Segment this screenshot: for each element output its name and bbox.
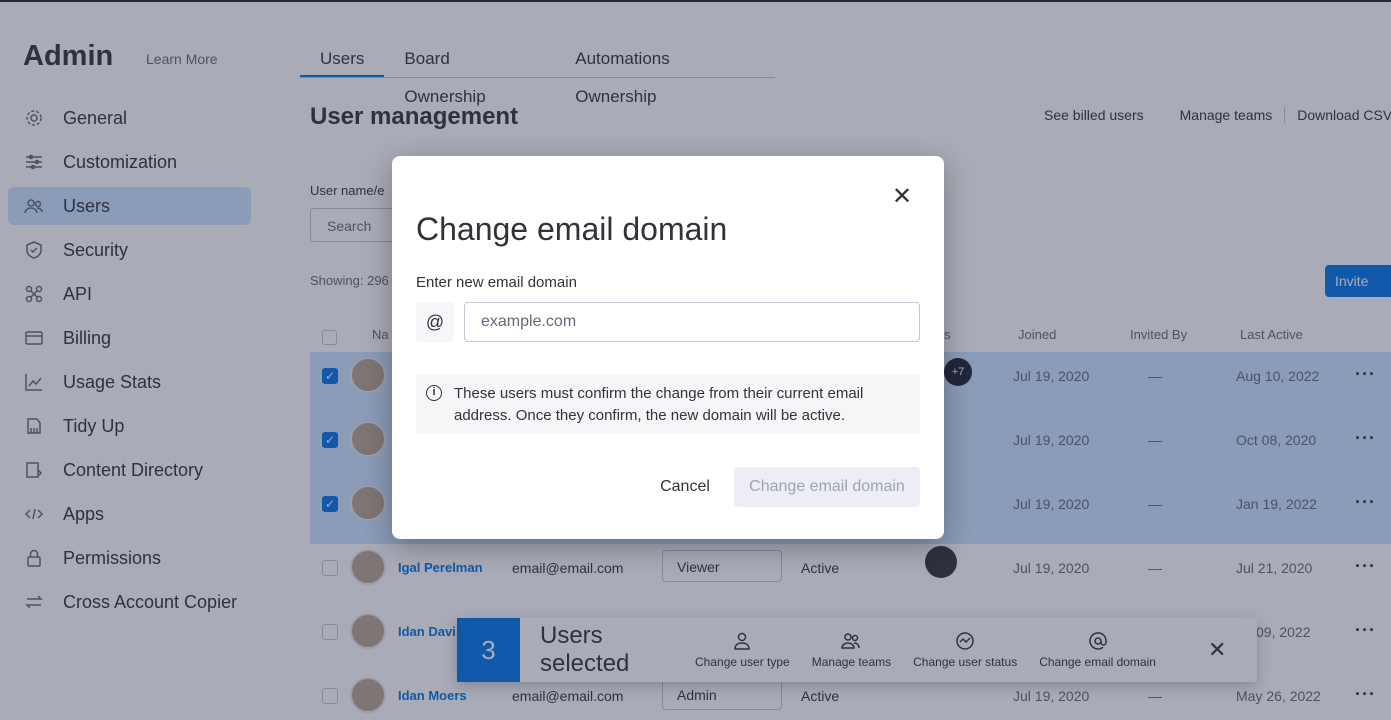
change-email-domain-submit-button[interactable]: Change email domain xyxy=(734,467,920,507)
change-email-domain-dialog: ✕ Change email domain Enter new email do… xyxy=(392,156,944,539)
info-text: These users must confirm the change from… xyxy=(454,385,864,424)
cancel-button[interactable]: Cancel xyxy=(650,467,720,507)
dialog-title: Change email domain xyxy=(416,211,728,247)
info-notice: i These users must confirm the change fr… xyxy=(416,374,920,434)
field-label: Enter new email domain xyxy=(416,274,577,291)
info-icon: i xyxy=(426,385,442,401)
email-domain-input[interactable] xyxy=(464,302,920,342)
at-icon: @ xyxy=(416,302,454,342)
close-icon[interactable]: ✕ xyxy=(892,182,912,211)
